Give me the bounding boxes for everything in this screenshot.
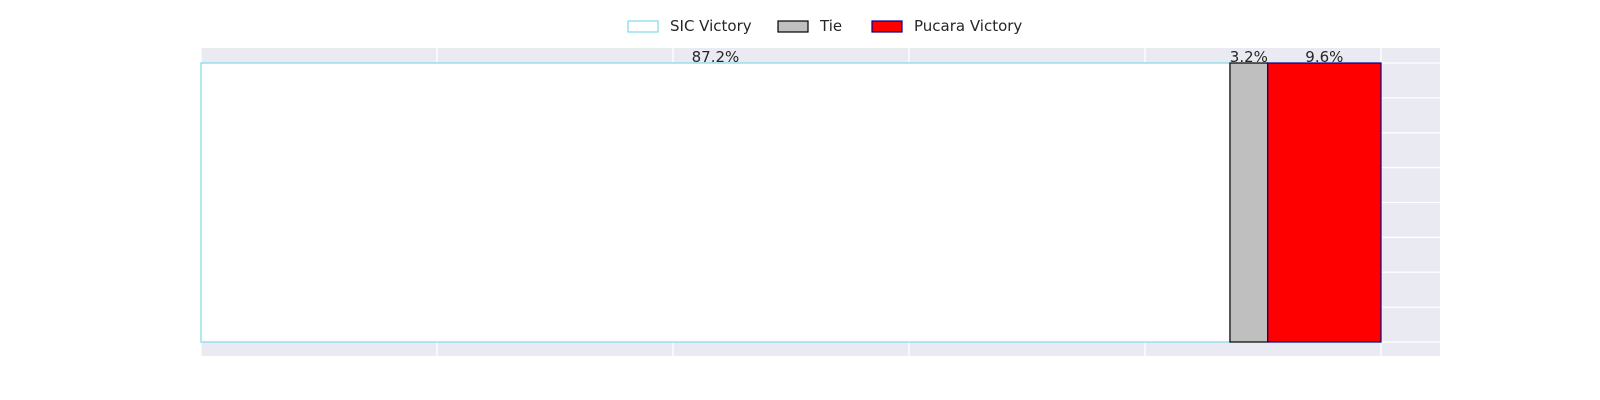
legend-swatch-pucara-victory [871,20,903,33]
bars [200,62,1382,343]
legend-label-pucara-victory: Pucara Victory [914,17,1022,35]
bar-segment-sic-victory [200,62,1231,343]
legend-label-tie: Tie [819,17,842,35]
stacked-bar-chart: 87.2% 3.2% 9.6% SIC Victory Tie Pucara Victo… [200,17,1440,356]
legend-swatch-tie [777,20,809,33]
legend-swatch-sic-victory [627,20,659,33]
legend-label-sic-victory: SIC Victory [670,17,752,35]
data-label-tie: 3.2% [1230,48,1268,66]
legend: SIC Victory Tie Pucara Victory [627,17,1022,35]
bar-segment-pucara-victory [1267,62,1382,343]
bar-segment-tie [1229,62,1269,343]
data-label-pucara-victory: 9.6% [1305,48,1343,66]
data-label-sic-victory: 87.2% [692,48,740,66]
